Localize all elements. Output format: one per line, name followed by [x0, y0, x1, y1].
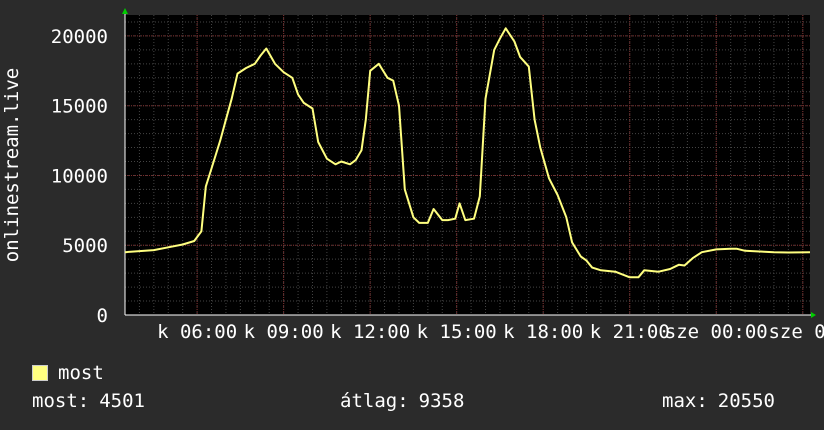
stat-max-value: 20550 — [717, 390, 775, 412]
x-tick-label: k 21:00 — [590, 321, 670, 343]
x-tick-label: k 18:00 — [503, 321, 583, 343]
legend: most — [32, 362, 104, 384]
stat-max-label: max: — [662, 390, 708, 412]
x-tick-label: k 09:00 — [244, 321, 324, 343]
stat-current-label: most: — [32, 390, 90, 412]
legend-label-most: most — [58, 362, 104, 384]
y-tick-label: 0 — [97, 305, 108, 327]
stat-average: átlag: 9358 — [340, 390, 464, 412]
y-axis-arrow — [122, 8, 128, 14]
x-axis-arrow — [811, 312, 816, 318]
chart-plot: 0 5000 10000 15000 20000 k 06:00 k 09:00 k 12:0… — [1, 8, 824, 343]
legend-swatch-most — [32, 365, 48, 381]
x-tick-label: k 06:00 — [157, 321, 237, 343]
chart-container: 0 5000 10000 15000 20000 k 06:00 k 09:00 k 12:0… — [0, 0, 824, 430]
stat-current-value: 4501 — [99, 390, 145, 412]
plot-area — [125, 15, 810, 315]
x-tick-label: sze 00:00 — [665, 321, 768, 343]
y-tick-label: 5000 — [62, 235, 108, 257]
stat-max: max: 20550 — [662, 390, 775, 412]
x-tick-label: k 12:00 — [330, 321, 410, 343]
y-tick-label: 15000 — [51, 96, 108, 118]
y-tick-label: 20000 — [51, 26, 108, 48]
x-tick-label: sze 03 — [768, 321, 824, 343]
y-axis-label: onlinestream.live — [1, 68, 23, 262]
stat-average-label: átlag: — [340, 390, 409, 412]
y-tick-label: 10000 — [51, 165, 108, 187]
x-tick-label: k 15:00 — [417, 321, 497, 343]
stat-current: most: 4501 — [32, 390, 145, 412]
stat-average-value: 9358 — [418, 390, 465, 412]
